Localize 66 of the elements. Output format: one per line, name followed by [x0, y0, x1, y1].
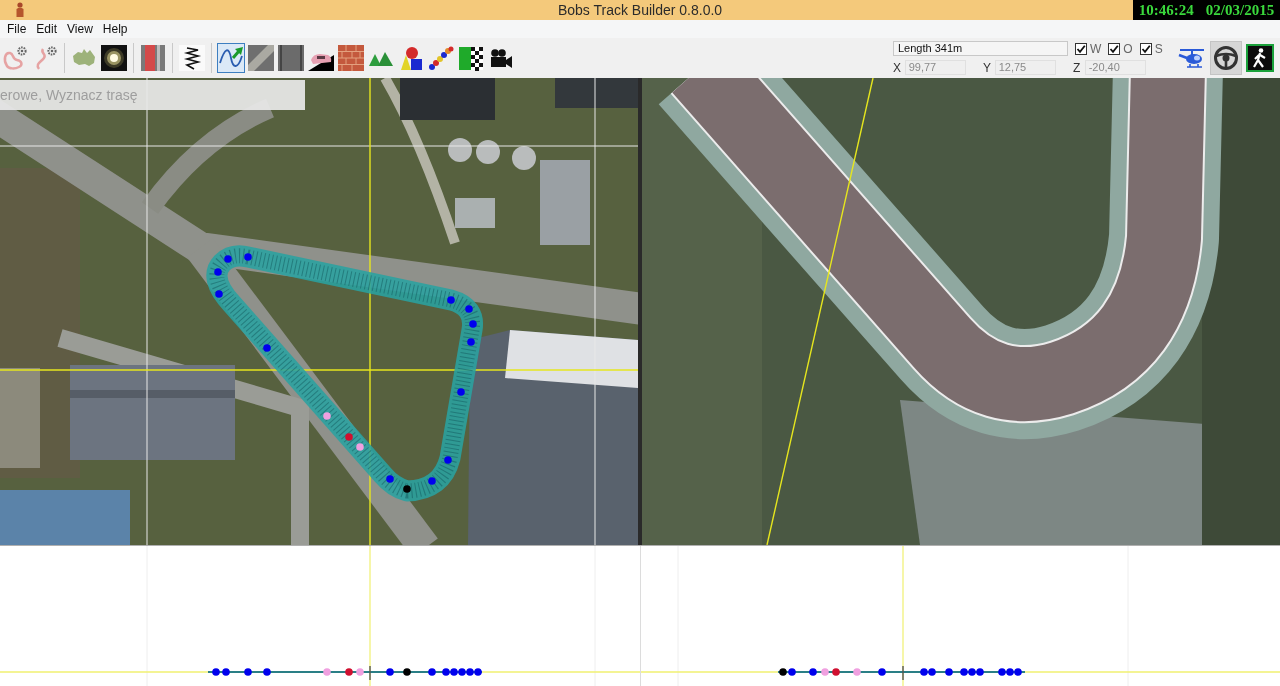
control-point-icon[interactable] — [928, 668, 936, 676]
control-point-icon[interactable] — [428, 668, 436, 676]
control-point-icon[interactable] — [345, 668, 353, 676]
checkbox[interactable] — [1108, 42, 1121, 55]
cursor-marker — [902, 666, 904, 680]
coordinate-label: X — [893, 60, 902, 75]
control-point-icon[interactable] — [263, 668, 271, 676]
view-mode-button[interactable] — [1244, 41, 1276, 75]
clock-time: 10:46:24 — [1138, 1, 1194, 19]
control-point-icon[interactable] — [442, 668, 450, 676]
view-mode-button[interactable] — [1210, 41, 1242, 75]
checkered-flag-icon — [458, 45, 484, 71]
control-point-icon[interactable] — [976, 668, 984, 676]
control-point-icon[interactable] — [403, 485, 411, 493]
control-point-icon[interactable] — [920, 668, 928, 676]
control-point-icon[interactable] — [998, 668, 1006, 676]
sun-icon — [101, 45, 127, 71]
coordinate-label: Z — [1073, 60, 1082, 75]
tool-button[interactable] — [100, 43, 128, 73]
control-point-icon[interactable] — [1014, 668, 1022, 676]
control-point-icon[interactable] — [222, 668, 230, 676]
layer-label: S — [1154, 41, 1163, 56]
figure-icon — [15, 2, 25, 18]
asphalt-texture-icon — [278, 45, 304, 71]
control-point-icon[interactable] — [945, 668, 953, 676]
window-title: Bobs Track Builder 0.8.0.0 — [557, 2, 723, 18]
control-point-icon[interactable] — [960, 668, 968, 676]
control-point-icon[interactable] — [458, 668, 466, 676]
control-point-icon[interactable] — [779, 668, 787, 676]
walking-person-icon — [1245, 43, 1275, 73]
control-point-icon[interactable] — [788, 668, 796, 676]
road-texture-icon — [248, 45, 274, 71]
menu-item[interactable]: File — [2, 20, 32, 38]
bead-chain-icon — [428, 45, 454, 71]
control-point-icon[interactable] — [474, 668, 482, 676]
brick-wall-icon — [338, 45, 364, 71]
checkbox[interactable] — [1139, 42, 1152, 55]
length-field[interactable]: Length 341m — [893, 41, 1068, 56]
steering-wheel-icon — [1211, 43, 1241, 73]
track-loop-icon — [2, 45, 28, 71]
control-point-icon[interactable] — [878, 668, 886, 676]
cursor-marker — [369, 666, 371, 680]
control-point-icon[interactable] — [450, 668, 458, 676]
control-point-icon[interactable] — [1006, 668, 1014, 676]
control-point-icon[interactable] — [212, 668, 220, 676]
control-point-icon[interactable] — [832, 668, 840, 676]
menu-item[interactable]: Help — [97, 20, 133, 38]
hint-banner: erowe, Wyznacz trasę — [0, 80, 305, 110]
zigzag-icon — [179, 45, 205, 71]
layer-label: O — [1123, 41, 1133, 56]
barrier-icon — [140, 45, 166, 71]
menu-item[interactable]: Edit — [31, 20, 63, 38]
control-point-icon[interactable] — [809, 668, 817, 676]
coordinate-label: Y — [983, 60, 992, 75]
layer-label: W — [1090, 41, 1102, 56]
checkbox[interactable] — [1075, 42, 1087, 55]
control-point-icon[interactable] — [403, 668, 411, 676]
tool-button[interactable] — [277, 43, 305, 73]
menu-item[interactable]: View — [62, 20, 98, 38]
control-point-icon[interactable] — [386, 668, 394, 676]
shapes-icon — [398, 45, 424, 71]
control-point-icon[interactable] — [244, 668, 252, 676]
control-point-icon[interactable] — [968, 668, 976, 676]
control-point-icon[interactable] — [466, 668, 474, 676]
clock-date: 02/03/2015 — [1205, 1, 1275, 19]
tool-button[interactable] — [178, 43, 206, 73]
